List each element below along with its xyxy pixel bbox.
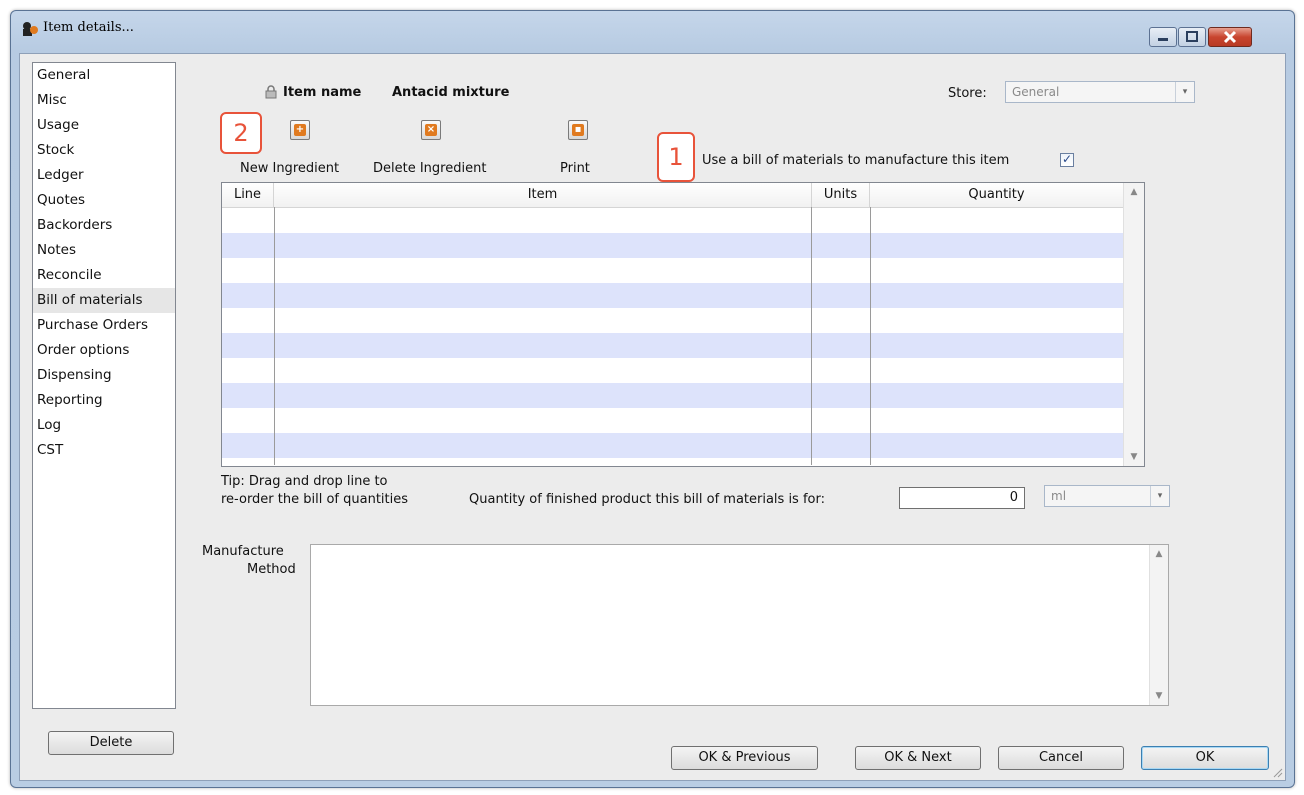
unit-select[interactable]: ml ▾ <box>1044 485 1170 507</box>
sidebar-item-usage[interactable]: Usage <box>33 113 175 138</box>
plus-icon: + <box>294 124 306 136</box>
bom-checkbox-label[interactable]: Use a bill of materials to manufacture t… <box>702 153 1009 168</box>
app-icon <box>23 22 38 36</box>
new-ingredient-label[interactable]: New Ingredient <box>240 161 339 176</box>
store-label: Store: <box>948 86 987 101</box>
sidebar-item-backorders[interactable]: Backorders <box>33 213 175 238</box>
sidebar-item-reporting[interactable]: Reporting <box>33 388 175 413</box>
sidebar-item-order-options[interactable]: Order options <box>33 338 175 363</box>
minimize-icon <box>1158 38 1168 41</box>
table-row[interactable] <box>222 358 1124 383</box>
minimize-button[interactable] <box>1149 27 1177 47</box>
table-row[interactable] <box>222 308 1124 333</box>
table-row[interactable] <box>222 383 1124 408</box>
table-row[interactable] <box>222 283 1124 308</box>
scroll-up-icon[interactable]: ▲ <box>1150 549 1168 559</box>
column-header-quantity[interactable]: Quantity <box>870 183 1124 207</box>
print-label[interactable]: Print <box>560 161 590 176</box>
title-bar[interactable]: Item details... <box>11 11 1294 47</box>
table-scrollbar[interactable]: ▲ ▼ <box>1123 183 1144 466</box>
table-row[interactable] <box>222 333 1124 358</box>
table-row[interactable] <box>222 233 1124 258</box>
column-header-units[interactable]: Units <box>812 183 870 207</box>
new-ingredient-button[interactable]: + <box>290 120 310 140</box>
column-header-line[interactable]: Line <box>222 183 274 207</box>
item-details-window: Item details... General Misc Usage Stock… <box>10 10 1295 788</box>
sidebar-item-log[interactable]: Log <box>33 413 175 438</box>
quantity-label: Quantity of finished product this bill o… <box>469 492 825 507</box>
store-select-value: General <box>1012 85 1060 99</box>
manufacture-method-textarea[interactable]: ▲ ▼ <box>310 544 1169 706</box>
scroll-down-icon[interactable]: ▼ <box>1150 691 1168 701</box>
sidebar-item-stock[interactable]: Stock <box>33 138 175 163</box>
print-button[interactable]: ▪ <box>568 120 588 140</box>
delete-x-icon: × <box>425 124 437 136</box>
ok-previous-button[interactable]: OK & Previous <box>671 746 818 770</box>
item-name-label: Item name <box>283 85 362 100</box>
column-header-item[interactable]: Item <box>274 183 812 207</box>
window-title: Item details... <box>43 20 134 35</box>
manufacture-method-label-2: Method <box>247 562 296 577</box>
delete-ingredient-label[interactable]: Delete Ingredient <box>373 161 486 176</box>
delete-ingredient-button[interactable]: × <box>421 120 441 140</box>
column-divider <box>870 207 871 465</box>
close-button[interactable] <box>1208 27 1252 47</box>
manufacture-method-label-1: Manufacture <box>202 544 284 559</box>
category-sidebar: General Misc Usage Stock Ledger Quotes B… <box>32 62 176 709</box>
store-select[interactable]: General ▾ <box>1005 81 1195 103</box>
textarea-scrollbar[interactable]: ▲ ▼ <box>1149 545 1168 705</box>
sidebar-item-general[interactable]: General <box>33 63 175 88</box>
chevron-down-icon: ▾ <box>1175 82 1194 102</box>
table-row[interactable] <box>222 408 1124 433</box>
tip-line-1: Tip: Drag and drop line to <box>221 474 388 489</box>
scroll-down-icon[interactable]: ▼ <box>1124 452 1144 462</box>
ingredients-table: Line Item Units Quantity ▲ ▼ <box>221 182 1145 467</box>
callout-2: 2 <box>220 112 262 154</box>
print-icon: ▪ <box>572 124 584 136</box>
sidebar-item-cst[interactable]: CST <box>33 438 175 463</box>
sidebar-item-misc[interactable]: Misc <box>33 88 175 113</box>
maximize-icon <box>1186 31 1198 42</box>
sidebar-item-dispensing[interactable]: Dispensing <box>33 363 175 388</box>
sidebar-item-reconcile[interactable]: Reconcile <box>33 263 175 288</box>
sidebar-item-notes[interactable]: Notes <box>33 238 175 263</box>
lock-icon <box>265 85 277 99</box>
dialog-client-area: General Misc Usage Stock Ledger Quotes B… <box>19 53 1286 781</box>
table-row[interactable] <box>222 433 1124 458</box>
sidebar-item-purchase-orders[interactable]: Purchase Orders <box>33 313 175 338</box>
scroll-up-icon[interactable]: ▲ <box>1124 187 1144 197</box>
quantity-input[interactable]: 0 <box>899 487 1025 509</box>
ok-next-button[interactable]: OK & Next <box>855 746 981 770</box>
delete-item-button[interactable]: Delete <box>48 731 174 755</box>
sidebar-item-quotes[interactable]: Quotes <box>33 188 175 213</box>
maximize-button[interactable] <box>1178 27 1206 47</box>
bom-checkbox[interactable]: ✓ <box>1060 153 1074 167</box>
tip-line-2: re-order the bill of quantities <box>221 492 409 507</box>
resize-grip-icon[interactable] <box>1271 766 1283 778</box>
sidebar-item-bill-of-materials[interactable]: Bill of materials <box>33 288 175 313</box>
chevron-down-icon: ▾ <box>1150 486 1169 506</box>
item-name-value: Antacid mixture <box>392 85 510 100</box>
close-icon <box>1223 30 1237 44</box>
table-row[interactable] <box>222 258 1124 283</box>
column-divider <box>274 207 275 465</box>
callout-1: 1 <box>657 132 695 182</box>
table-row[interactable] <box>222 208 1124 233</box>
unit-select-value: ml <box>1051 489 1067 503</box>
sidebar-item-ledger[interactable]: Ledger <box>33 163 175 188</box>
table-header: Line Item Units Quantity <box>222 183 1144 208</box>
column-divider <box>811 207 812 465</box>
ok-button[interactable]: OK <box>1141 746 1269 770</box>
cancel-button[interactable]: Cancel <box>998 746 1124 770</box>
